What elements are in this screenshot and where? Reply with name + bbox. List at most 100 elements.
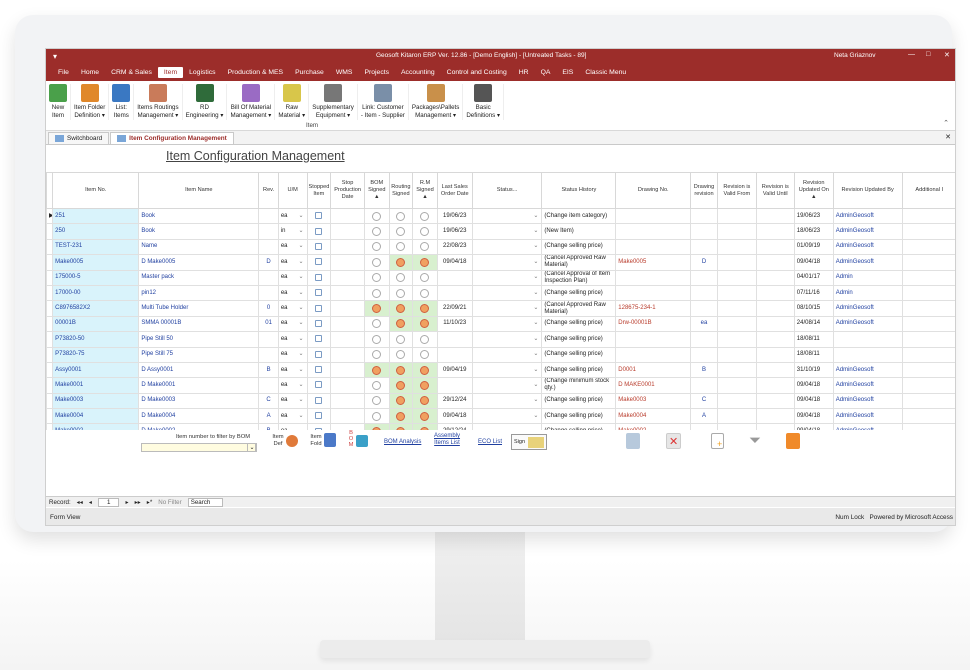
status-cell[interactable]: ⌄ — [471, 207, 543, 225]
status-cell[interactable]: ⌄ — [471, 377, 543, 394]
ribbon-button-9[interactable]: Packages\Pallets Management ▾ — [409, 84, 464, 120]
bom-signed-cell[interactable] — [363, 377, 390, 394]
rev-cell[interactable] — [258, 346, 279, 363]
bom-signed-cell[interactable] — [363, 331, 390, 348]
additional-cell[interactable] — [901, 254, 955, 271]
status-cell[interactable]: ⌄ — [471, 315, 543, 333]
menu-logistics[interactable]: Logistics — [183, 67, 221, 78]
ribbon-button-5[interactable]: Bill Of Material Management ▾ — [227, 84, 276, 120]
drawing-rev-cell[interactable] — [690, 238, 718, 256]
updated-on-cell[interactable]: 09/04/18 — [793, 408, 834, 425]
updated-by-cell[interactable]: AdminGeosoft — [832, 315, 903, 333]
drawing-rev-cell[interactable] — [690, 207, 718, 225]
valid-until-cell[interactable] — [755, 361, 795, 379]
valid-from-cell[interactable] — [716, 284, 757, 302]
status-history-cell[interactable]: (Change selling price) — [541, 361, 617, 379]
valid-from-cell[interactable] — [716, 331, 757, 348]
chevron-down-icon[interactable]: ⌄ — [299, 367, 305, 374]
rev-cell[interactable] — [258, 223, 279, 240]
assembly-items-link[interactable]: Assembly Items List — [434, 433, 460, 447]
chevron-down-icon[interactable]: ⌄ — [533, 382, 539, 389]
table-row[interactable]: Make0003 D Make0003 Cea ⌄ 29/12/24 ⌄ (Change s… — [46, 392, 955, 410]
valid-from-cell[interactable] — [716, 408, 757, 425]
column-header[interactable]: Routing Signed — [388, 172, 414, 209]
routing-signed-cell[interactable] — [388, 331, 414, 348]
ribbon-button-3[interactable]: Items Routings Management ▾ — [134, 84, 183, 120]
menu-crm-sales[interactable]: CRM & Sales — [105, 67, 158, 78]
bom-tree-icon[interactable] — [356, 435, 368, 447]
status-cell[interactable]: ⌄ — [471, 223, 543, 240]
bom-signed-cell[interactable] — [363, 346, 390, 363]
no-filter-indicator[interactable]: No Filter — [158, 499, 181, 506]
status-history-cell[interactable]: (Change selling price) — [541, 408, 617, 425]
stop-date-cell[interactable] — [330, 238, 365, 256]
item-name-cell[interactable]: Master pack — [138, 269, 260, 286]
valid-until-cell[interactable] — [755, 331, 795, 348]
item-name-cell[interactable]: Book — [138, 207, 260, 225]
menu-purchase[interactable]: Purchase — [289, 67, 330, 78]
item-name-cell[interactable]: D Make0001 — [138, 377, 260, 394]
stop-date-cell[interactable] — [330, 269, 365, 286]
additional-cell[interactable] — [901, 361, 955, 379]
chevron-down-icon[interactable]: ⌄ — [533, 413, 539, 420]
um-cell[interactable]: ea⌄ — [277, 207, 308, 225]
drawing-rev-cell[interactable] — [690, 331, 718, 348]
close-tab-icon[interactable]: ✕ — [945, 133, 951, 141]
stop-date-cell[interactable] — [330, 207, 365, 225]
status-history-cell[interactable]: (Change selling price) — [541, 284, 617, 302]
um-cell[interactable]: in ⌄ — [277, 223, 308, 240]
last-sales-cell[interactable]: 09/04/18 — [436, 408, 473, 425]
quick-access-icon[interactable]: ▾ — [46, 52, 64, 61]
rm-signed-cell[interactable] — [412, 392, 438, 410]
drawing-rev-cell[interactable] — [690, 269, 718, 286]
last-sales-cell[interactable]: 29/12/24 — [436, 392, 473, 410]
stop-date-cell[interactable] — [330, 331, 365, 348]
last-sales-cell[interactable] — [436, 377, 473, 394]
routing-signed-cell[interactable] — [388, 269, 414, 286]
stopped-checkbox[interactable] — [315, 412, 323, 420]
status-cell[interactable]: ⌄ — [471, 408, 543, 425]
rm-signed-cell[interactable] — [412, 346, 438, 363]
updated-by-cell[interactable]: AdminGeosoft — [832, 300, 903, 317]
column-header[interactable]: BOM Signed ▲ — [363, 172, 390, 209]
close-icon[interactable]: ✕ — [944, 51, 950, 59]
search-input[interactable]: Search — [187, 497, 224, 507]
eco-list-link[interactable]: ECO List — [478, 439, 502, 445]
status-history-cell[interactable]: (New Item) — [541, 223, 617, 240]
column-header[interactable]: R.M Signed ▲ — [412, 172, 438, 209]
updated-on-cell[interactable]: 18/08/11 — [793, 346, 834, 363]
valid-until-cell[interactable] — [755, 223, 795, 240]
stopped-item-cell[interactable] — [306, 377, 332, 394]
table-row[interactable]: C8976582X2 Multi Tube Holder 0 ea ⌄ 22/09/21 ⌄… — [46, 300, 955, 317]
ribbon-button-7[interactable]: Supplementary Equipment ▾ — [309, 84, 358, 120]
status-history-cell[interactable]: (Change selling price) — [541, 346, 617, 363]
last-sales-cell[interactable] — [436, 346, 473, 363]
rm-signed-cell[interactable] — [412, 284, 438, 302]
table-row[interactable]: TEST-231 Name ea ⌄ 22/08/23 ⌄ (Change selling … — [46, 238, 955, 256]
stopped-checkbox[interactable] — [315, 289, 323, 297]
item-no-cell[interactable]: 251 — [52, 207, 140, 225]
column-header[interactable]: Status... — [471, 172, 543, 209]
last-sales-cell[interactable] — [436, 331, 473, 348]
item-no-cell[interactable]: C8976582X2 — [52, 300, 140, 317]
rev-cell[interactable] — [258, 284, 279, 302]
valid-from-cell[interactable] — [716, 223, 757, 240]
updated-on-cell[interactable]: 19/06/23 — [793, 207, 834, 225]
updated-by-cell[interactable]: AdminGeosoft — [832, 392, 903, 410]
updated-on-cell[interactable]: 09/04/18 — [793, 254, 834, 271]
last-sales-cell[interactable]: 22/09/21 — [436, 300, 473, 317]
stopped-checkbox[interactable] — [315, 350, 323, 358]
stopped-item-cell[interactable] — [306, 331, 332, 348]
table-row[interactable]: P73820-75 Pipe Still 75 ea ⌄ ⌄ (Change sellin… — [46, 346, 955, 363]
item-no-cell[interactable]: 175000-5 — [52, 269, 140, 286]
chevron-down-icon[interactable]: ⌄ — [299, 228, 305, 235]
column-header[interactable]: Drawing revision — [690, 172, 718, 209]
column-header[interactable]: Status History — [541, 172, 617, 209]
rev-cell[interactable]: C — [258, 392, 279, 410]
valid-until-cell[interactable] — [755, 315, 795, 333]
um-cell[interactable]: ea⌄ — [277, 254, 308, 271]
bom-signed-cell[interactable] — [363, 269, 390, 286]
menu-production-mes[interactable]: Production & MES — [222, 67, 290, 78]
rm-signed-cell[interactable] — [412, 207, 438, 225]
valid-from-cell[interactable] — [716, 377, 757, 394]
